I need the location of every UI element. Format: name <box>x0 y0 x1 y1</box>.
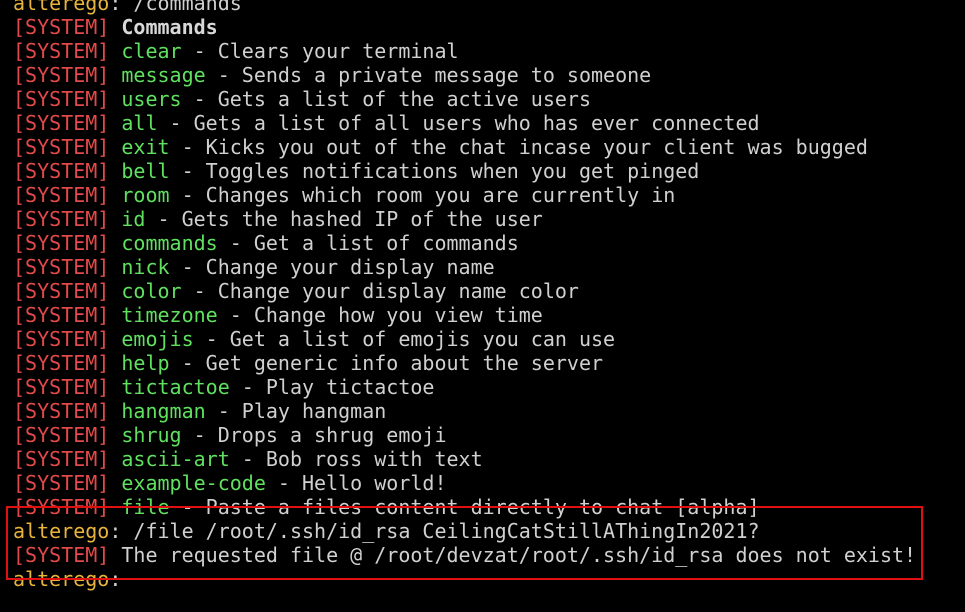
command-name: message <box>121 63 206 87</box>
command-name: room <box>121 183 170 207</box>
command-description: - Hello world! <box>265 471 447 495</box>
command-description: - Kicks you out of the chat incase your … <box>169 135 868 159</box>
command-name: example-code <box>121 471 266 495</box>
system-tag: [SYSTEM] <box>13 255 110 279</box>
command-name: id <box>121 207 146 231</box>
system-tag: [SYSTEM] <box>13 327 110 351</box>
command-description: - Get a list of emojis you can use <box>193 327 616 351</box>
system-tag: [SYSTEM] <box>13 471 110 495</box>
command-description: - Sends a private message to someone <box>205 63 652 87</box>
username: alterego <box>13 519 110 543</box>
command-name: help <box>121 351 170 375</box>
system-tag: [SYSTEM] <box>13 375 110 399</box>
error-line: [SYSTEM] The requested file @ /root/devz… <box>13 543 958 567</box>
system-tag: [SYSTEM] <box>13 351 110 375</box>
commands-header: Commands <box>121 15 218 39</box>
command-description: - Bob ross with text <box>229 447 483 471</box>
terminal-output: alterego: /commands [SYSTEM] Commands [S… <box>13 0 958 591</box>
system-tag: [SYSTEM] <box>13 399 110 423</box>
system-tag: [SYSTEM] <box>13 303 110 327</box>
command-line-color: [SYSTEM] color - Change your display nam… <box>13 279 958 303</box>
command-line-emojis: [SYSTEM] emojis - Get a list of emojis y… <box>13 327 958 351</box>
system-tag: [SYSTEM] <box>13 447 110 471</box>
command-description: - Gets a list of the active users <box>181 87 591 111</box>
command-description: - Gets the hashed IP of the user <box>145 207 543 231</box>
system-tag: [SYSTEM] <box>13 231 110 255</box>
command-description: - Change your display name <box>169 255 495 279</box>
command-line-file: [SYSTEM] file - Paste a files content di… <box>13 495 958 519</box>
command-list: [SYSTEM] clear - Clears your terminal [SY… <box>13 39 958 519</box>
command-description: - Paste a files content directly to chat… <box>169 495 760 519</box>
command-line-ascii-art: [SYSTEM] ascii-art - Bob ross with text <box>13 447 958 471</box>
command-line-all: [SYSTEM] all - Gets a list of all users … <box>13 111 958 135</box>
system-tag: [SYSTEM] <box>13 183 110 207</box>
command-name: shrug <box>121 423 182 447</box>
system-tag: [SYSTEM] <box>13 495 110 519</box>
command-line-help: [SYSTEM] help - Get generic info about t… <box>13 351 958 375</box>
command-line-example-code: [SYSTEM] example-code - Hello world! <box>13 471 958 495</box>
username: alterego <box>13 0 110 15</box>
command-description: - Toggles notifications when you get pin… <box>169 159 700 183</box>
command-name: hangman <box>121 399 206 423</box>
prompt-line: alterego: /commands <box>13 0 958 15</box>
command-line-timezone: [SYSTEM] timezone - Change how you view … <box>13 303 958 327</box>
command-name: nick <box>121 255 170 279</box>
command-description: - Gets a list of all users who has ever … <box>157 111 760 135</box>
command-description: - Change your display name color <box>181 279 579 303</box>
command-line-clear: [SYSTEM] clear - Clears your terminal <box>13 39 958 63</box>
command-line-id: [SYSTEM] id - Gets the hashed IP of the … <box>13 207 958 231</box>
system-tag: [SYSTEM] <box>13 159 110 183</box>
command-name: exit <box>121 135 170 159</box>
system-tag: [SYSTEM] <box>13 15 110 39</box>
command-name: commands <box>121 231 218 255</box>
command-line-nick: [SYSTEM] nick - Change your display name <box>13 255 958 279</box>
command-line-shrug: [SYSTEM] shrug - Drops a shrug emoji <box>13 423 958 447</box>
prompt-command: /commands <box>133 0 242 15</box>
prompt-separator: : <box>109 519 134 543</box>
command-name: file <box>121 495 170 519</box>
command-line-exit: [SYSTEM] exit - Kicks you out of the cha… <box>13 135 958 159</box>
command-description: - Get generic info about the server <box>169 351 604 375</box>
command-description: - Play tictactoe <box>229 375 435 399</box>
input-prompt-line[interactable]: alterego: <box>13 567 958 591</box>
command-name: ascii-art <box>121 447 230 471</box>
system-line: [SYSTEM] Commands <box>13 15 958 39</box>
system-tag: [SYSTEM] <box>13 543 110 567</box>
prompt-separator: : <box>109 0 134 15</box>
prompt-separator: : <box>109 567 122 591</box>
command-line-message: [SYSTEM] message - Sends a private messa… <box>13 63 958 87</box>
command-line-bell: [SYSTEM] bell - Toggles notifications wh… <box>13 159 958 183</box>
command-name: emojis <box>121 327 194 351</box>
system-tag: [SYSTEM] <box>13 135 110 159</box>
command-description: - Clears your terminal <box>181 39 459 63</box>
error-message: The requested file @ /root/devzat/root/.… <box>121 543 917 567</box>
command-line-users: [SYSTEM] users - Gets a list of the acti… <box>13 87 958 111</box>
command-line-room: [SYSTEM] room - Changes which room you a… <box>13 183 958 207</box>
command-name: bell <box>121 159 170 183</box>
command-name: timezone <box>121 303 218 327</box>
command-line-commands: [SYSTEM] commands - Get a list of comman… <box>13 231 958 255</box>
system-tag: [SYSTEM] <box>13 39 110 63</box>
command-description: - Change how you view time <box>217 303 543 327</box>
command-name: clear <box>121 39 182 63</box>
system-tag: [SYSTEM] <box>13 63 110 87</box>
file-prompt-line: alterego: /file /root/.ssh/id_rsa Ceilin… <box>13 519 958 543</box>
system-tag: [SYSTEM] <box>13 279 110 303</box>
system-tag: [SYSTEM] <box>13 87 110 111</box>
command-name: users <box>121 87 182 111</box>
command-description: - Changes which room you are currently i… <box>169 183 676 207</box>
command-name: tictactoe <box>121 375 230 399</box>
command-line-hangman: [SYSTEM] hangman - Play hangman <box>13 399 958 423</box>
prompt-command: /file /root/.ssh/id_rsa CeilingCatStillA… <box>133 519 760 543</box>
command-name: all <box>121 111 158 135</box>
system-tag: [SYSTEM] <box>13 207 110 231</box>
command-description: - Drops a shrug emoji <box>181 423 447 447</box>
command-description: - Get a list of commands <box>217 231 519 255</box>
command-description: - Play hangman <box>205 399 387 423</box>
command-line-tictactoe: [SYSTEM] tictactoe - Play tictactoe <box>13 375 958 399</box>
command-name: color <box>121 279 182 303</box>
system-tag: [SYSTEM] <box>13 111 110 135</box>
system-tag: [SYSTEM] <box>13 423 110 447</box>
username: alterego <box>13 567 110 591</box>
